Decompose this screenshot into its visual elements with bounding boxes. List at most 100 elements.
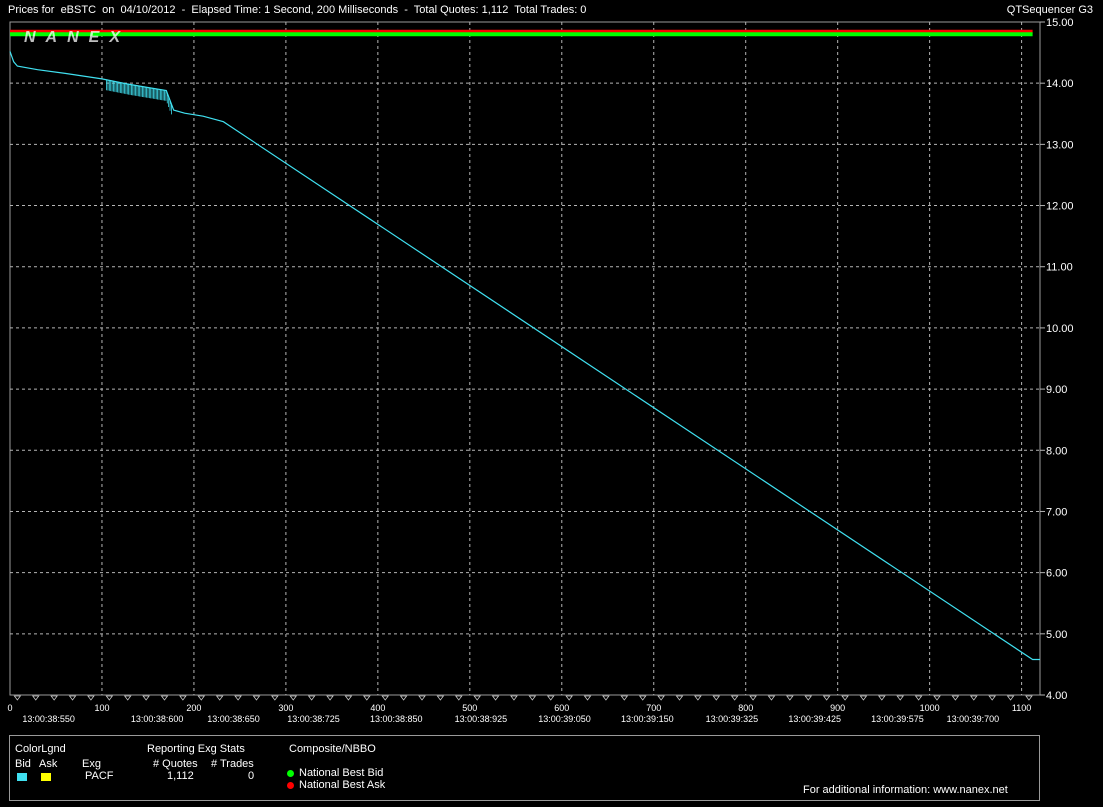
time-label: 13:00:39:425 (788, 714, 841, 724)
time-label: 13:00:38:600 (131, 714, 184, 724)
exchange-label: Exg (82, 758, 101, 770)
time-marker (491, 695, 500, 701)
time-marker (326, 695, 334, 701)
y-tick-label: 8.00 (1046, 445, 1067, 457)
time-marker (951, 695, 960, 701)
time-marker (583, 695, 592, 701)
time-marker (179, 695, 187, 701)
time-marker (344, 695, 353, 701)
legend-panel: ColorLgnd Bid Ask Exg PACF Reporting Exg… (9, 735, 1040, 801)
x-tick-label: 200 (186, 703, 201, 713)
time-marker (749, 695, 757, 701)
time-marker (988, 695, 996, 701)
time-label: 13:00:39:575 (871, 714, 924, 724)
time-marker (418, 695, 426, 701)
time-marker (786, 695, 794, 701)
time-marker (454, 695, 463, 701)
y-tick-label: 12.00 (1046, 201, 1074, 213)
time-marker (234, 695, 242, 701)
time-marker (510, 695, 518, 701)
x-tick-label: 100 (94, 703, 109, 713)
time-marker (896, 695, 905, 701)
time-marker (528, 695, 537, 701)
time-marker (657, 695, 665, 701)
time-marker (197, 695, 206, 701)
x-tick-label: 700 (646, 703, 661, 713)
trades-count: 0 (248, 770, 255, 782)
ask-color-swatch (41, 773, 51, 781)
composite-nbbo-title: Composite/NBBO (289, 743, 376, 755)
ask-legend-label: Ask (39, 758, 58, 770)
x-tick-label: 600 (554, 703, 569, 713)
time-marker (289, 695, 298, 701)
time-marker (675, 695, 684, 701)
x-tick-label: 400 (370, 703, 385, 713)
x-tick-label: 1100 (1012, 703, 1031, 713)
time-label: 13:00:39:325 (706, 714, 759, 724)
quotes-column-label: # Quotes (153, 758, 198, 770)
time-marker (565, 695, 573, 701)
x-tick-label: 300 (278, 703, 293, 713)
time-marker (381, 695, 390, 701)
time-marker (841, 695, 849, 701)
time-marker (399, 695, 408, 701)
time-label: 13:00:38:850 (370, 714, 423, 724)
time-label: 13:00:38:725 (287, 714, 340, 724)
x-axis-ticks: 0 100 200 300 400 500 600 700 800 900 1000 1100 (7, 695, 1033, 713)
exchange-stats-title: Reporting Exg Stats (147, 743, 245, 755)
plot-area (9, 21, 1041, 696)
time-marker (105, 695, 114, 701)
time-marker (694, 695, 702, 701)
time-marker (436, 695, 445, 701)
y-tick-label: 9.00 (1046, 384, 1067, 396)
time-marker (914, 695, 923, 701)
time-marker (307, 695, 316, 701)
time-marker (13, 695, 22, 701)
x-tick-label: 500 (462, 703, 477, 713)
time-marker (271, 695, 279, 701)
time-marker (822, 695, 831, 701)
time-label: 13:00:39:050 (538, 714, 591, 724)
x-tick-label: 0 (7, 703, 12, 713)
time-marker (160, 695, 169, 701)
y-tick-label: 6.00 (1046, 568, 1067, 580)
time-marker (50, 695, 58, 701)
time-marker (602, 695, 610, 701)
national-best-ask-label: National Best Ask (299, 779, 386, 791)
trades-column-label: # Trades (211, 758, 254, 770)
y-axis-ticks: 4.00 5.00 6.00 7.00 8.00 9.00 10.00 11.00 12.00 1… (1040, 17, 1074, 702)
time-marker (31, 695, 40, 701)
y-tick-label: 13.00 (1046, 139, 1074, 151)
time-label: 13:00:39:150 (621, 714, 674, 724)
time-marker (68, 695, 77, 701)
x-tick-label: 1000 (920, 703, 940, 713)
time-marker (878, 695, 886, 701)
time-marker (620, 695, 629, 701)
time-label: 13:00:38:925 (455, 714, 508, 724)
time-label: 13:00:39:700 (947, 714, 1000, 724)
national-best-bid-dot (287, 770, 294, 777)
y-tick-label: 15.00 (1046, 17, 1074, 29)
time-marker (859, 695, 868, 701)
time-marker (712, 695, 721, 701)
nanex-watermark: NANEX (24, 29, 130, 46)
time-marker (933, 695, 941, 701)
time-marker (804, 695, 813, 701)
time-marker (546, 695, 555, 701)
info-link-text: For additional information: www.nanex.ne… (803, 784, 1008, 796)
time-axis-labels: 13:00:38:550 13:00:38:600 13:00:38:650 13:0… (22, 714, 999, 724)
time-marker (767, 695, 776, 701)
time-marker (142, 695, 150, 701)
time-marker (252, 695, 261, 701)
y-tick-label: 5.00 (1046, 629, 1067, 641)
x-tick-label: 900 (830, 703, 845, 713)
time-marker (215, 695, 224, 701)
time-marker (638, 695, 647, 701)
time-marker (363, 695, 371, 701)
y-tick-label: 10.00 (1046, 323, 1074, 335)
color-legend-title: ColorLgnd (15, 743, 66, 755)
time-label: 13:00:38:650 (207, 714, 260, 724)
bid-color-swatch (17, 773, 27, 781)
time-marker (969, 695, 978, 701)
y-tick-label: 7.00 (1046, 506, 1067, 518)
